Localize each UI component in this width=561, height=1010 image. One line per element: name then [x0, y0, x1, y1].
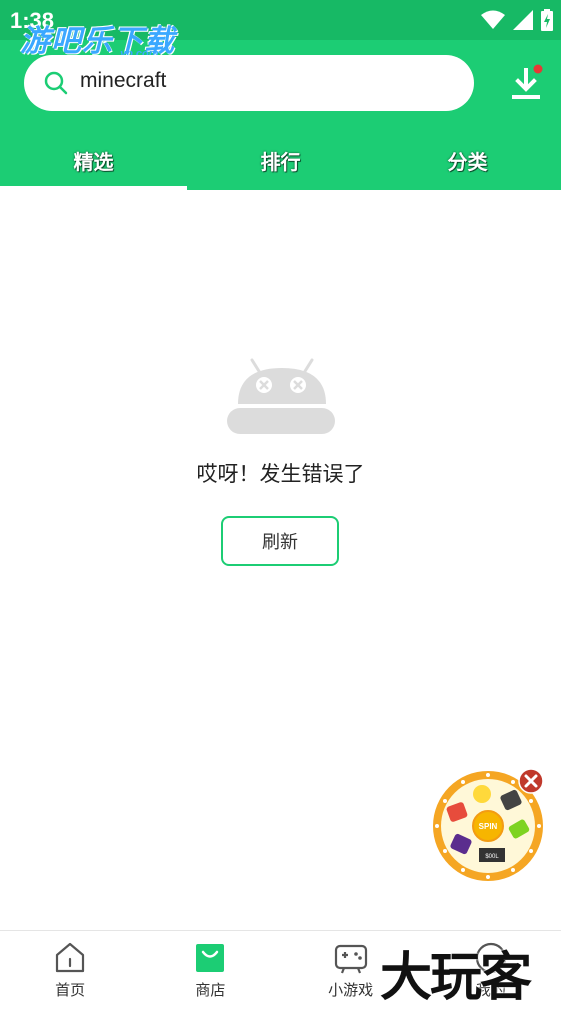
- tab-label: 排行: [260, 149, 301, 174]
- nav-label: 首页: [55, 981, 86, 999]
- tab-bar: 精选 排行 分类: [0, 130, 561, 190]
- tab-label: 分类: [447, 149, 488, 174]
- status-icons: [481, 8, 553, 32]
- wifi-icon: [481, 10, 505, 29]
- nav-label: 小游戏: [328, 981, 374, 999]
- download-icon[interactable]: [508, 64, 544, 104]
- watermark-bottom: 大玩客: [380, 947, 532, 1008]
- close-icon[interactable]: [518, 768, 544, 794]
- error-message: 哎呀！发生错误了: [196, 462, 365, 486]
- tab-active-indicator: [0, 186, 187, 190]
- nav-item-home[interactable]: 首页: [0, 931, 140, 1008]
- search-value: minecraft: [80, 69, 167, 92]
- app-header: 1:38 游吧乐下载 yb.com minecraft 精选 排行 分类: [0, 0, 561, 190]
- refresh-button[interactable]: 刷新: [221, 516, 339, 566]
- battery-icon: [541, 9, 553, 31]
- tab-label: 精选: [73, 149, 114, 174]
- spin-prize-label: $00L: [485, 854, 499, 860]
- search-icon: [44, 71, 68, 95]
- tab-featured[interactable]: 精选: [0, 130, 187, 190]
- nav-label: 商店: [195, 981, 226, 999]
- nav-item-shop[interactable]: 商店: [140, 931, 280, 1008]
- tab-ranking[interactable]: 排行: [187, 130, 374, 190]
- cell-signal-icon: [513, 10, 533, 30]
- error-android-icon: [227, 358, 335, 434]
- home-icon: [56, 942, 85, 973]
- spin-center-label: SPIN: [479, 822, 498, 831]
- search-input[interactable]: minecraft: [24, 55, 474, 111]
- gamepad-icon: [334, 944, 367, 974]
- refresh-label: 刷新: [262, 532, 298, 553]
- shop-bag-icon: [196, 944, 225, 972]
- tab-category[interactable]: 分类: [374, 130, 561, 190]
